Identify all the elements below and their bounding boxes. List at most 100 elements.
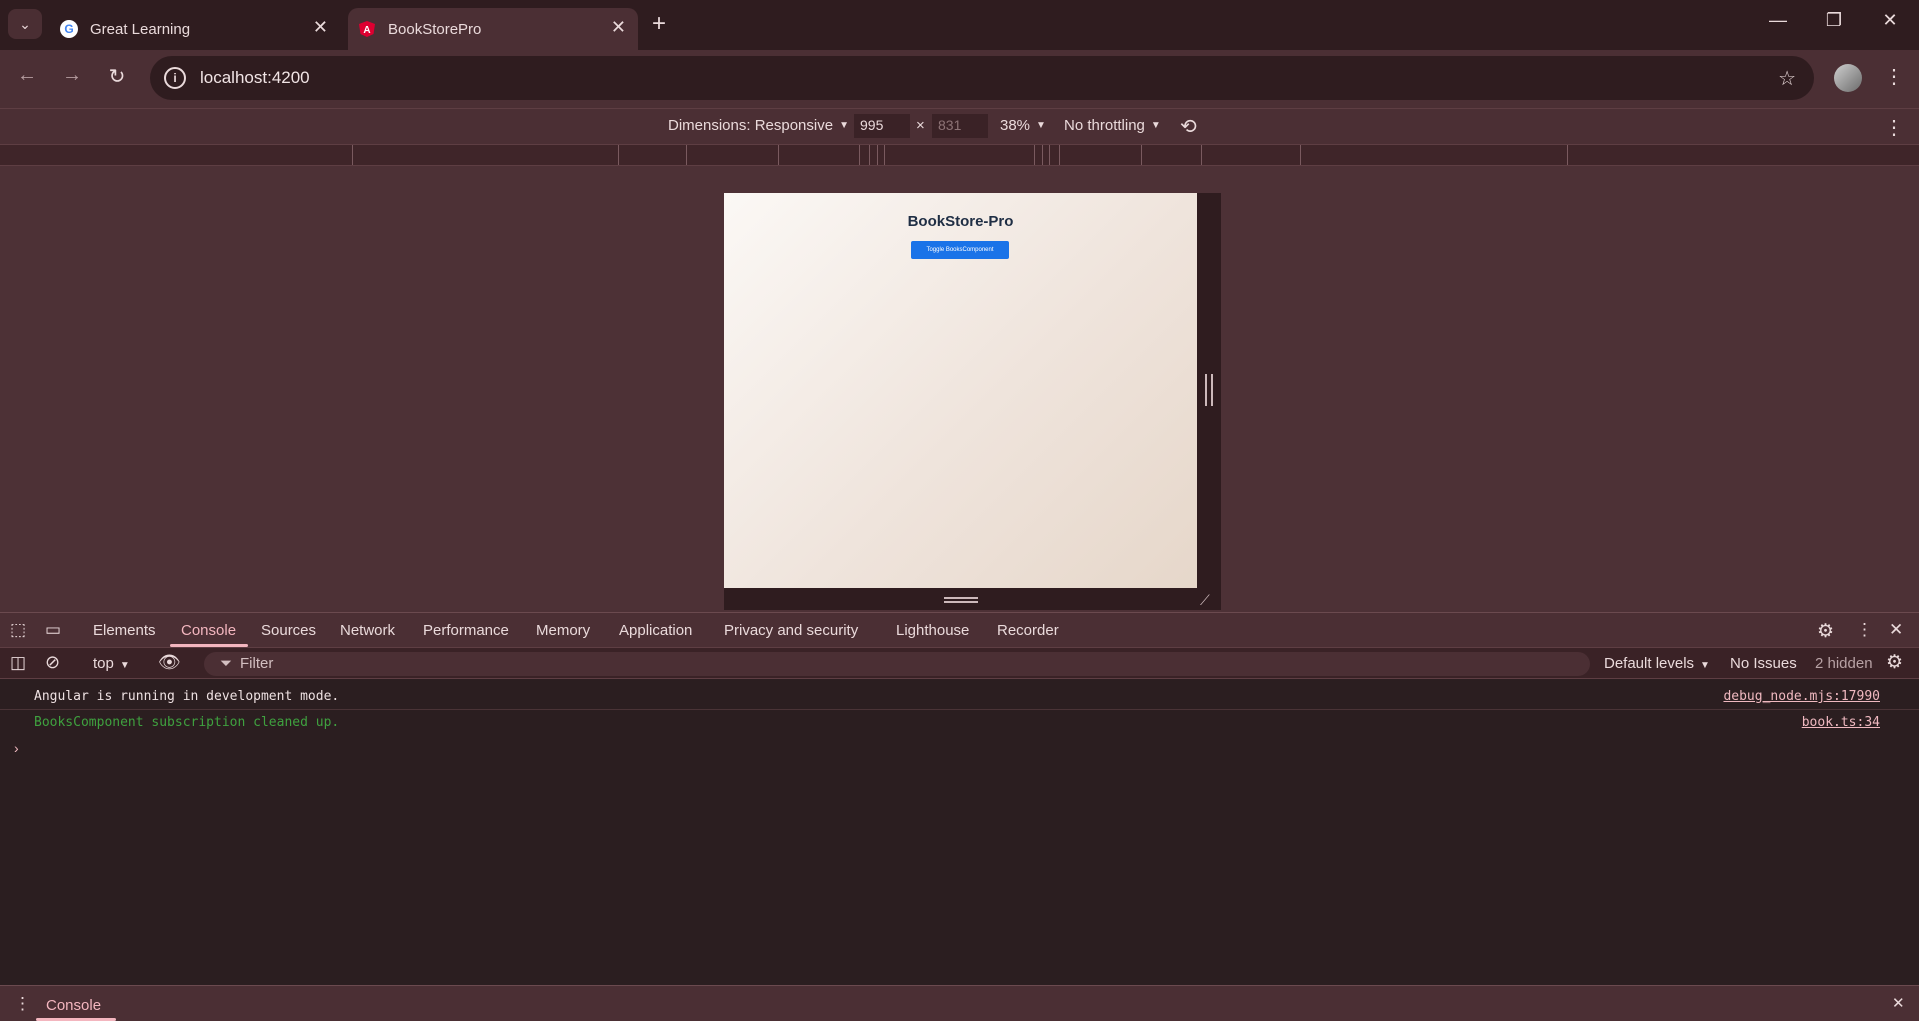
- ruler-tick: [686, 145, 687, 165]
- tab-bookstorepro[interactable]: A BookStorePro ✕: [348, 8, 638, 50]
- svg-text:A: A: [363, 25, 370, 36]
- tab-great-learning[interactable]: G Great Learning ✕: [50, 8, 340, 50]
- device-menu-icon[interactable]: ⋮: [1884, 115, 1904, 140]
- ruler-tick: [1034, 145, 1035, 165]
- rotate-icon[interactable]: ⟲: [1180, 114, 1197, 139]
- restore-icon[interactable]: ❐: [1814, 10, 1854, 31]
- ruler-tick: [1059, 145, 1060, 165]
- window-close-icon[interactable]: ✕: [1870, 10, 1910, 31]
- url-text: localhost:4200: [200, 68, 310, 87]
- close-icon[interactable]: ✕: [611, 17, 626, 38]
- device-viewport: BookStore-Pro Toggle BooksComponent: [724, 193, 1197, 588]
- tab-application[interactable]: Application: [619, 622, 692, 639]
- console-prompt-icon[interactable]: ›: [14, 740, 19, 756]
- ruler-tick: [778, 145, 779, 165]
- ruler-tick: [1042, 145, 1043, 165]
- toggle-books-button[interactable]: Toggle BooksComponent: [911, 241, 1009, 259]
- minimize-icon[interactable]: —: [1758, 10, 1798, 31]
- console-settings-icon[interactable]: ⚙: [1886, 651, 1903, 674]
- tab-sources[interactable]: Sources: [261, 622, 316, 639]
- zoom-dropdown[interactable]: 38% ▼: [1000, 117, 1046, 134]
- browser-toolbar: ← → ↻ i localhost:4200 ☆ ⋮: [0, 50, 1919, 108]
- tab-title: BookStorePro: [388, 20, 482, 38]
- ruler-tick: [618, 145, 619, 165]
- log-entry: BooksComponent subscription cleaned up. …: [0, 710, 1919, 736]
- tab-recorder[interactable]: Recorder: [997, 622, 1059, 639]
- tab-memory[interactable]: Memory: [536, 622, 590, 639]
- ruler-tick: [1141, 145, 1142, 165]
- site-info-icon[interactable]: i: [164, 67, 186, 89]
- device-toggle-icon[interactable]: ▭: [45, 620, 61, 640]
- close-icon[interactable]: ✕: [313, 17, 328, 38]
- tab-console[interactable]: Console: [181, 622, 236, 639]
- tab-search-button[interactable]: ⌄: [8, 9, 42, 39]
- ruler-tick: [859, 145, 860, 165]
- ruler-tick: [869, 145, 870, 165]
- log-message: Angular is running in development mode.: [34, 689, 340, 704]
- clear-console-icon[interactable]: ⊘: [45, 652, 60, 673]
- google-icon: G: [60, 20, 78, 38]
- bookmark-star-icon[interactable]: ☆: [1778, 66, 1796, 91]
- log-entry: Angular is running in development mode. …: [0, 684, 1919, 710]
- filter-icon: ⏷: [220, 655, 233, 672]
- forward-icon[interactable]: →: [57, 64, 87, 87]
- ruler-tick: [1049, 145, 1050, 165]
- reload-icon[interactable]: ↻: [102, 64, 132, 89]
- eye-icon[interactable]: 👁: [158, 652, 181, 673]
- devtools-menu-icon[interactable]: ⋮: [1856, 620, 1873, 640]
- tab-privacy-security[interactable]: Privacy and security: [724, 622, 858, 639]
- log-levels-dropdown[interactable]: Default levels ▼: [1604, 655, 1710, 672]
- width-input[interactable]: 995: [854, 114, 910, 138]
- log-source-link[interactable]: book.ts:34: [1802, 715, 1880, 730]
- chevron-down-icon: ▼: [839, 120, 849, 131]
- devtools-tabbar: ⬚ ▭ Elements Console Sources Network Per…: [0, 612, 1919, 647]
- device-toolbar: Dimensions: Responsive ▼ 995 × 831 38% ▼ N…: [0, 108, 1919, 144]
- filter-input[interactable]: ⏷ Filter: [204, 652, 1590, 676]
- times-icon: ×: [916, 117, 925, 134]
- grip-icon: [1205, 374, 1213, 406]
- inspect-element-icon[interactable]: ⬚: [10, 620, 26, 640]
- ruler-tick: [1300, 145, 1301, 165]
- address-bar[interactable]: i localhost:4200 ☆: [150, 56, 1814, 100]
- grip-icon: [944, 597, 978, 603]
- profile-avatar[interactable]: [1834, 64, 1862, 92]
- sidebar-toggle-icon[interactable]: ◫: [10, 653, 26, 673]
- tab-network[interactable]: Network: [340, 622, 395, 639]
- back-icon[interactable]: ←: [12, 64, 42, 87]
- settings-gear-icon[interactable]: ⚙: [1817, 620, 1834, 643]
- devtools-drawer: ⋮ Console ✕: [0, 985, 1919, 1021]
- dimensions-dropdown[interactable]: Dimensions: Responsive ▼: [668, 117, 849, 134]
- browser-menu-icon[interactable]: ⋮: [1884, 64, 1904, 89]
- console-toolbar: ◫ ⊘ top ▼ 👁 ⏷ Filter Default levels ▼ No Is…: [0, 647, 1919, 679]
- hidden-count: 2 hidden: [1815, 655, 1873, 672]
- ruler-tick: [884, 145, 885, 165]
- chevron-down-icon: ▼: [1700, 660, 1710, 671]
- devtools-close-icon[interactable]: ✕: [1889, 620, 1903, 640]
- ruler-tick: [352, 145, 353, 165]
- context-selector[interactable]: top ▼: [93, 655, 130, 672]
- chevron-down-icon: ▼: [1036, 120, 1046, 131]
- log-message: BooksComponent subscription cleaned up.: [34, 715, 340, 730]
- tab-lighthouse[interactable]: Lighthouse: [896, 622, 969, 639]
- issues-button[interactable]: No Issues: [1730, 655, 1797, 672]
- ruler-tick: [1201, 145, 1202, 165]
- drawer-close-icon[interactable]: ✕: [1892, 994, 1905, 1012]
- ruler-tick: [877, 145, 878, 165]
- media-query-ruler[interactable]: [0, 144, 1919, 166]
- throttling-dropdown[interactable]: No throttling ▼: [1064, 117, 1161, 134]
- ruler-tick: [1567, 145, 1568, 165]
- chevron-down-icon: ▼: [1150, 120, 1161, 131]
- new-tab-icon[interactable]: +: [652, 10, 666, 38]
- angular-icon: A: [358, 20, 376, 38]
- log-source-link[interactable]: debug_node.mjs:17990: [1723, 689, 1880, 704]
- tab-strip: ⌄ G Great Learning ✕ A BookStorePro ✕ + …: [0, 0, 1919, 50]
- corner-resize-icon[interactable]: ⟋: [1200, 592, 1210, 609]
- tab-title: Great Learning: [90, 20, 191, 38]
- chevron-down-icon: ▼: [119, 660, 130, 671]
- console-output: Angular is running in development mode. …: [0, 679, 1919, 985]
- tab-elements[interactable]: Elements: [93, 622, 156, 639]
- height-input[interactable]: 831: [932, 114, 988, 138]
- tab-performance[interactable]: Performance: [423, 622, 509, 639]
- drawer-menu-icon[interactable]: ⋮: [14, 994, 31, 1014]
- drawer-tab-console[interactable]: Console: [46, 997, 101, 1014]
